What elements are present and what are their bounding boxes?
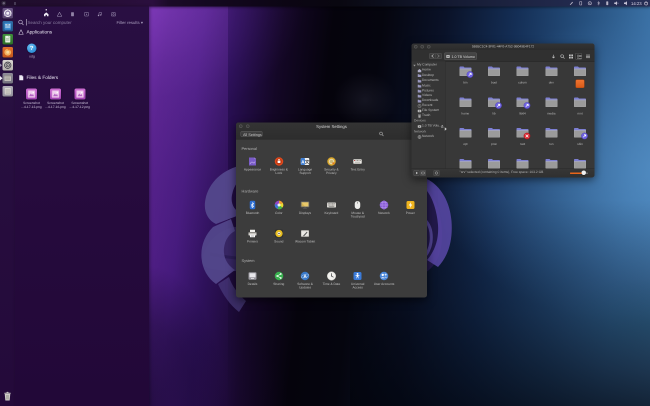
svg-text:文: 文	[305, 159, 310, 164]
